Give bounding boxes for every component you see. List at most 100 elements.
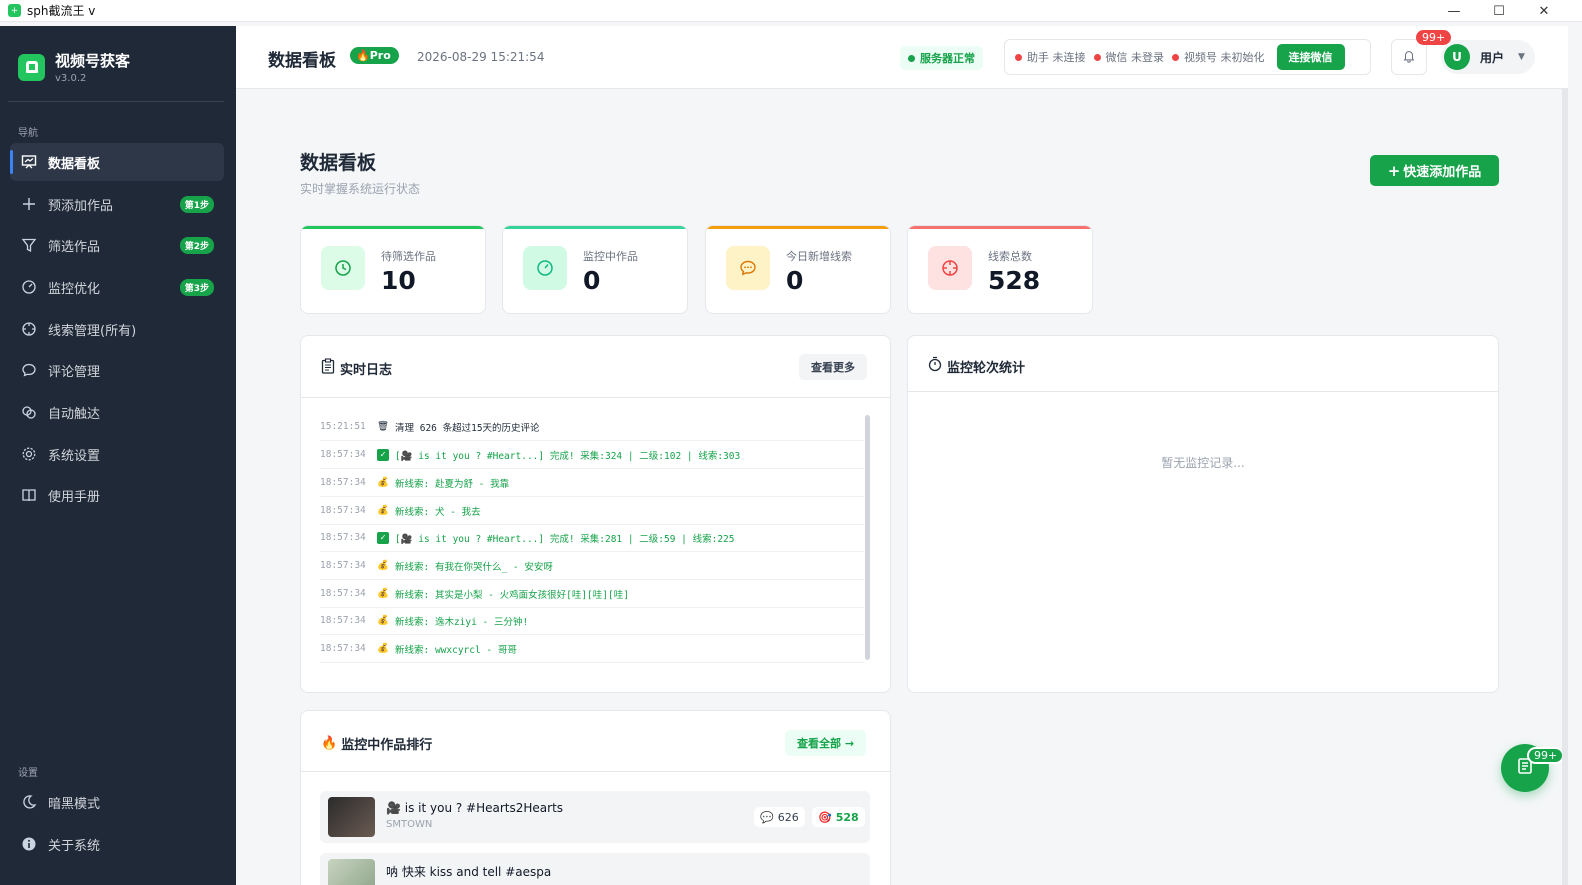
comment-icon [20,361,38,379]
view-all-button[interactable]: 查看全部 → [785,730,867,756]
target-icon [20,320,38,338]
stat-value: 528 [988,266,1041,295]
stat-value: 10 [381,266,416,295]
ranking-item[interactable]: 呐 快来 kiss and tell #aespa [320,853,870,885]
log-scrollbar[interactable] [865,415,870,660]
target-icon: 🎯 [818,810,832,824]
user-name: 用户 [1480,50,1505,65]
sidebar-item-comments[interactable]: 评论管理 [10,351,224,389]
ranking-item[interactable]: 🎥 is it you ? #Hearts2Hearts SMTOWN 💬 626… [320,791,870,843]
sidebar-item-label: 自动触达 [48,406,101,422]
sidebar-item-auto-reach[interactable]: 自动触达 [10,393,224,431]
stat-card-new-leads: 今日新增线索 0 [705,225,891,314]
wechat-status: 微信 未登录 [1093,49,1164,65]
money-bag-icon: 💰 [377,477,389,488]
brand: 视频号获客 v3.0.2 [18,50,130,84]
video-thumbnail [328,859,375,885]
money-bag-icon: 💰 [377,560,389,571]
filter-icon [20,236,38,254]
user-menu[interactable]: U 用户 ▼ [1441,40,1535,74]
log-row: 18:57:34 💰 新线索: 赴夏为舒 - 我靠 [320,469,864,497]
pro-badge: 🔥Pro [350,47,399,64]
money-bag-icon: 💰 [377,588,389,599]
sidebar-item-dashboard[interactable]: 数据看板 [10,143,224,181]
sidebar-divider [8,101,224,102]
check-icon: ✓ [375,448,391,462]
step-badge: 第2步 [179,236,214,254]
stat-label: 今日新增线索 [786,250,852,263]
fire-icon: 🔥 [321,736,338,751]
book-icon [20,486,38,504]
log-row: 18:57:34 💰 新线索: 其实是小梨 - 火鸡面女孩很好[哇][哇][哇] [320,580,864,608]
stat-card-pending: 待筛选作品 10 [300,225,486,314]
header-datetime: 2026-08-29 15:21:54 [417,50,545,64]
sidebar-item-label: 使用手册 [48,489,101,505]
page-subtitle: 实时掌握系统运行状态 [300,182,421,196]
monitor-stats-title: 监控轮次统计 [928,356,1025,376]
empty-state-text: 暂无监控记录... [1161,456,1245,470]
sidebar-item-label: 线索管理(所有) [48,323,137,339]
link-icon [20,403,38,421]
money-bag-icon: 💰 [377,643,389,654]
stat-card-monitoring: 监控中作品 0 [502,225,688,314]
log-row: 18:57:34 💰 新线索: 有我在你哭什么_ - 安安呀 [320,552,864,580]
video-author: SMTOWN [386,819,433,830]
comment-count: 💬 626 [754,807,805,827]
stopwatch-icon [928,356,942,376]
gauge-icon [20,278,38,296]
channels-status: 视频号 未初始化 [1172,49,1265,65]
chart-board-icon [20,153,38,171]
video-thumbnail [328,797,375,837]
assistant-status: 助手 未连接 [1015,49,1086,65]
lead-count: 🎯 528 [812,807,865,827]
maximize-button[interactable]: ☐ [1477,0,1521,22]
money-bag-icon: 💰 [377,615,389,626]
app-icon: + [8,4,21,17]
sidebar-item-label: 关于系统 [48,838,101,854]
fire-icon: 🔥 [356,49,370,62]
moon-icon [20,793,38,811]
sidebar-item-about[interactable]: 关于系统 [10,825,224,863]
sidebar-item-monitor[interactable]: 监控优化 第3步 [10,268,224,306]
server-status-badge: 服务器正常 [900,46,983,70]
quick-add-button[interactable]: + 快速添加作品 [1370,155,1499,186]
stat-label: 线索总数 [988,250,1032,263]
log-row: 18:57:34 💰 新线索: wwxcyrcl - 哥哥 [320,635,864,663]
sidebar-item-filter[interactable]: 筛选作品 第2步 [10,226,224,264]
sidebar-item-label: 暗黑模式 [48,796,101,812]
sidebar: 视频号获客 v3.0.2 导航 数据看板 预添加作品 第1步 筛选作品 第2步 … [0,26,236,885]
video-title: 呐 快来 kiss and tell #aespa [386,865,552,879]
stat-value: 0 [583,266,601,295]
crosshair-icon [928,246,972,290]
minimize-button[interactable]: — [1432,0,1476,22]
trash-icon: 🗑 [376,421,390,432]
log-row: 18:57:34 ✓ [🎥 is it you ? #Heart...] 完成! 采… [320,441,864,469]
sidebar-item-dark-mode[interactable]: 暗黑模式 [10,783,224,821]
connect-wechat-button[interactable]: 连接微信 [1276,44,1345,70]
log-row: 15:21:51 🗑 清理 626 条超过15天的历史评论 [320,413,864,441]
chevron-down-icon: ▼ [1518,52,1525,62]
sidebar-item-label: 数据看板 [48,156,101,172]
sidebar-item-label: 预添加作品 [48,198,114,214]
stat-label: 监控中作品 [583,250,638,263]
header-title: 数据看板 [268,51,336,71]
log-row: 18:57:34 ✓ [🎥 is it you ? #Heart...] 完成! 采… [320,524,864,552]
stat-label: 待筛选作品 [381,250,436,263]
sidebar-item-pre-add[interactable]: 预添加作品 第1步 [10,185,224,223]
ranking-title: 🔥 监控中作品排行 [321,736,433,753]
close-button[interactable]: ✕ [1522,0,1566,22]
sidebar-item-settings[interactable]: 系统设置 [10,435,224,473]
step-badge: 第1步 [179,195,214,213]
sidebar-item-leads[interactable]: 线索管理(所有) [10,310,224,348]
connection-status-box: 助手 未连接 微信 未登录 视频号 未初始化 连接微信 [1004,39,1371,75]
chat-icon [726,246,770,290]
brand-logo-icon [18,53,45,81]
page-title: 数据看板 [300,152,377,174]
view-more-button[interactable]: 查看更多 [799,354,867,380]
sidebar-item-manual[interactable]: 使用手册 [10,476,224,514]
sidebar-item-label: 筛选作品 [48,239,101,255]
window-titlebar: + sph截流王 v [0,0,1582,22]
gauge-icon [523,246,567,290]
bell-icon [1402,48,1416,67]
page-scrollbar[interactable] [1562,89,1568,885]
